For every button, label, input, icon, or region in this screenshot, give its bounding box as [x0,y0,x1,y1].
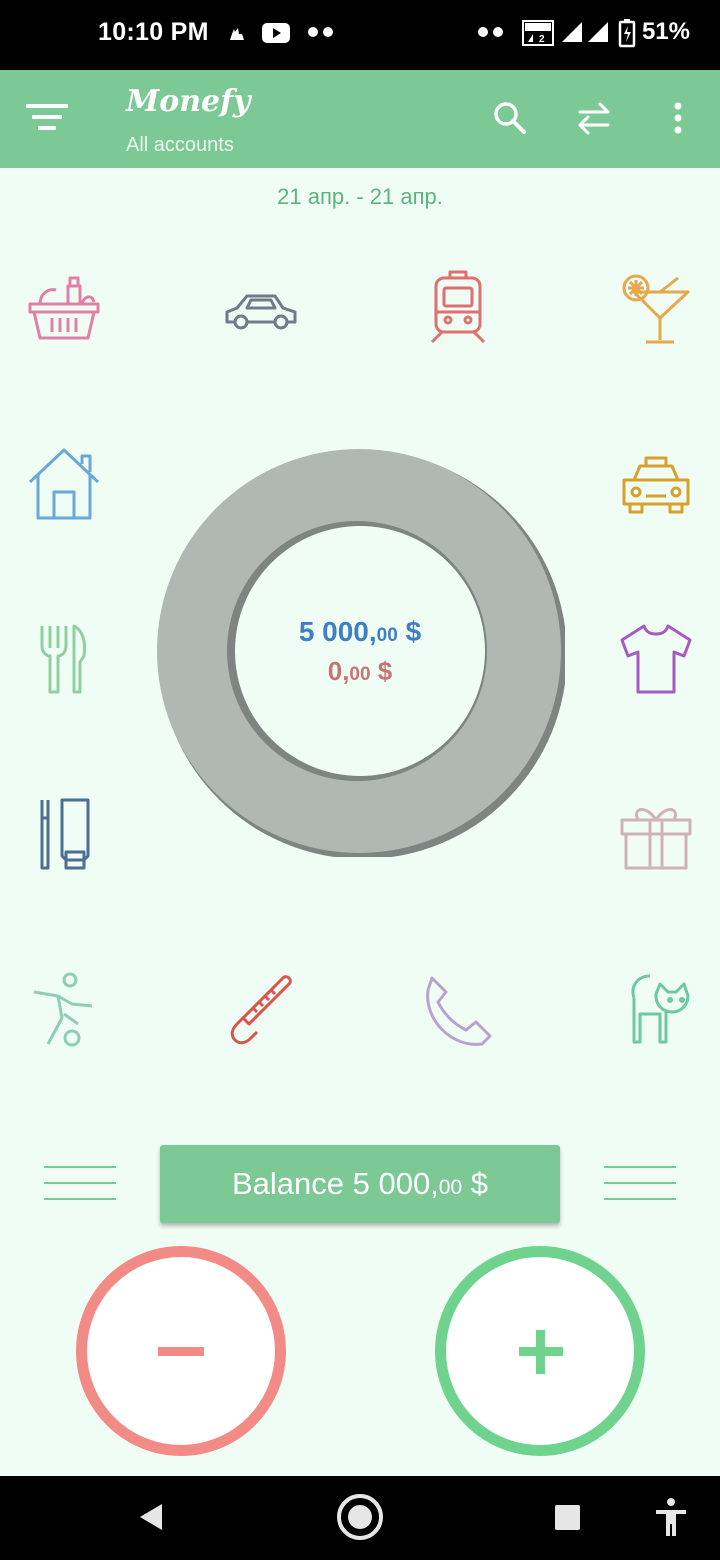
balance-button[interactable]: Balance 5 000,00 $ [160,1145,560,1223]
svg-text:2: 2 [539,34,545,45]
tshirt-icon[interactable] [616,620,696,700]
thermometer-icon[interactable] [221,970,301,1050]
system-nav-bar [0,1476,720,1560]
expense-cents: 00 [349,664,371,685]
soccer-icon[interactable] [24,970,104,1050]
app-title: Monefy [126,84,251,119]
basket-icon[interactable] [24,268,104,348]
recents-icon[interactable] [542,1492,592,1542]
battery-charging-icon [618,19,636,48]
battery-percent: 51% [641,18,690,45]
add-income-button[interactable] [435,1246,645,1456]
minus-icon [158,1347,204,1356]
menu-filter-icon[interactable] [22,98,76,138]
status-time: 10:10 PM [98,18,209,46]
search-icon[interactable] [490,98,530,138]
app-toolbar: Monefy All accounts [0,70,720,168]
taxi-icon[interactable] [616,448,696,528]
more-dots-icon [478,27,503,37]
balance-currency: $ [462,1166,489,1201]
expense-currency: $ [370,656,393,686]
house-icon[interactable] [24,444,104,524]
train-icon[interactable] [418,268,498,348]
signal-icon [588,22,608,42]
income-cents: 00 [376,625,398,646]
signal-icon [562,22,582,42]
balance-amount: Balance 5 000, [231,1166,439,1201]
income-total: 5 000,00 $ [240,616,480,648]
youtube-icon [262,23,290,43]
categories-lines-icon[interactable] [604,1165,676,1201]
plus-icon [519,1330,563,1374]
more-dots-icon [308,27,333,37]
car-icon[interactable] [221,274,301,354]
expense-amount: 0, [327,656,350,686]
income-currency: $ [397,616,422,647]
volte-icon: 2 [522,20,554,46]
status-bar: 10:10 PM 2 51% [0,0,720,70]
expense-donut-chart[interactable] [155,447,565,857]
income-amount: 5 000, [298,616,377,647]
notification-icon [230,28,244,40]
expense-total: 0,00 $ [240,656,480,687]
fork-knife-icon[interactable] [24,620,104,700]
account-selector[interactable]: All accounts [126,134,234,157]
transfer-icon[interactable] [574,98,614,138]
cat-icon[interactable] [616,970,696,1050]
gift-icon[interactable] [616,796,696,876]
period-label[interactable]: 21 апр. - 21 апр. [0,184,720,210]
phone-icon[interactable] [418,970,498,1050]
home-icon[interactable] [335,1492,385,1542]
toiletry-icon[interactable] [24,796,104,876]
add-expense-button[interactable] [76,1246,286,1456]
more-vert-icon[interactable] [658,98,698,138]
cocktail-icon[interactable] [616,268,696,348]
back-icon[interactable] [126,1492,176,1542]
accounts-lines-icon[interactable] [44,1165,116,1201]
balance-cents: 00 [438,1176,463,1199]
accessibility-icon[interactable] [646,1492,696,1542]
